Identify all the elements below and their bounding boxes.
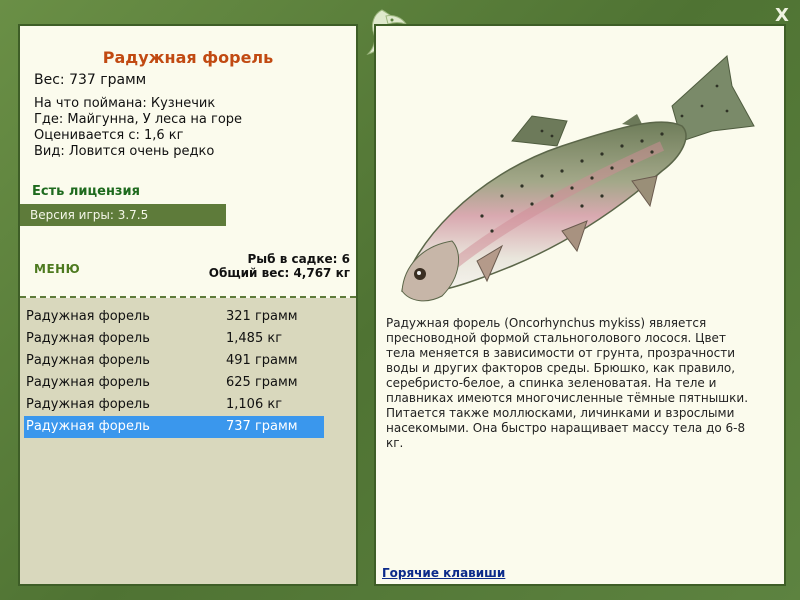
close-icon[interactable]: X [772, 6, 792, 26]
catch-list-item[interactable]: Радужная форель 1,485 кг [24, 328, 324, 350]
catch-weight: 1,106 кг [226, 397, 283, 412]
fish-title: Радужная форель [102, 48, 274, 67]
fish-weight: Вес: 737 грамм [34, 72, 147, 88]
rainbow-trout-image [401, 55, 755, 302]
detail-valued-from: Оценивается с: 1,6 кг [34, 128, 184, 143]
catch-name: Радужная форель [26, 419, 150, 434]
catch-weight: 321 грамм [226, 309, 298, 324]
fish-details: На что поймана: Кузнечик Где: Майгунна, … [34, 96, 242, 160]
catch-weight: 491 грамм [226, 353, 298, 368]
catch-list: Радужная форель 321 грамм Радужная форел… [20, 298, 356, 584]
license-status: Есть лицензия [32, 184, 140, 199]
catch-name: Радужная форель [26, 353, 150, 368]
fish-description-panel: Радужная форель (Oncorhynchus mykiss) яв… [374, 24, 786, 586]
catch-weight: 625 грамм [226, 375, 298, 390]
catch-list-item[interactable]: Радужная форель 321 грамм [24, 306, 324, 328]
fish-info-panel: Радужная форель Вес: 737 грамм На что по… [18, 24, 358, 586]
catch-list-item[interactable]: Радужная форель 625 грамм [24, 372, 324, 394]
catch-weight: 1,485 кг [226, 331, 283, 346]
total-weight: Общий вес: 4,767 кг [208, 266, 350, 280]
version-bar: Версия игры: 3.7.5 [20, 204, 226, 226]
catch-list-item[interactable]: Радужная форель 1,106 кг [24, 394, 324, 416]
menu-button[interactable]: МЕНЮ [34, 262, 80, 276]
catch-name: Радужная форель [26, 331, 150, 346]
fish-count: Рыб в садке: 6 [247, 252, 351, 266]
detail-rarity: Вид: Ловится очень редко [34, 144, 215, 159]
catch-list-item-selected[interactable]: Радужная форель 737 грамм [24, 416, 324, 438]
catch-list-item[interactable]: Радужная форель 491 грамм [24, 350, 324, 372]
catch-name: Радужная форель [26, 397, 150, 412]
detail-location: Где: Майгунна, У леса на горе [34, 112, 243, 127]
detail-bait: На что поймана: Кузнечик [34, 96, 216, 111]
catch-name: Радужная форель [26, 309, 150, 324]
keepnet-stats: Рыб в садке: 6 Общий вес: 4,767 кг [209, 252, 350, 280]
fish-description: Радужная форель (Oncorhynchus mykiss) яв… [386, 316, 749, 450]
catch-name: Радужная форель [26, 375, 150, 390]
catch-weight: 737 грамм [226, 419, 298, 434]
hotkeys-link[interactable]: Горячие клавиши [382, 566, 505, 580]
